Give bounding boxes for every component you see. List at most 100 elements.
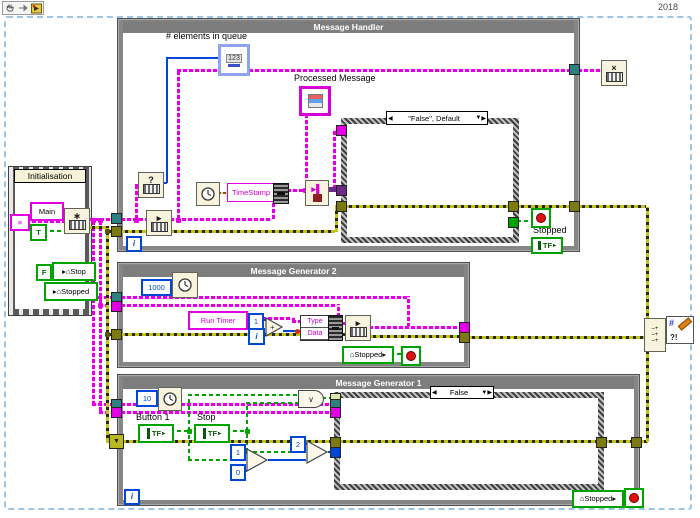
wire-segment[interactable] — [188, 394, 190, 431]
variant-to-data-node[interactable]: ▸▌ — [305, 180, 329, 206]
local-variable-stopped-gen1[interactable]: ⌂Stopped▸ — [572, 490, 624, 508]
case-selector-label-handler[interactable]: ◀ "False", Default ▼ ▶ — [386, 111, 488, 125]
wire-segment[interactable] — [166, 57, 168, 183]
release-queue-node[interactable]: × — [601, 60, 627, 86]
labview-debug-icon[interactable] — [31, 3, 42, 14]
wire-segment[interactable] — [166, 57, 218, 59]
obtain-queue-node[interactable]: ∗ — [64, 208, 90, 234]
processed-message-indicator[interactable] — [299, 86, 331, 116]
loop-condition-terminal-gen1[interactable] — [624, 488, 644, 508]
wire-segment[interactable] — [121, 296, 407, 299]
dequeue-element-node[interactable]: ▸ — [146, 210, 172, 236]
wire-segment[interactable] — [605, 440, 632, 443]
wire-segment[interactable] — [292, 320, 300, 323]
numeric-constant-0-gen1[interactable]: 0 — [230, 464, 246, 481]
wire-segment[interactable] — [578, 69, 601, 72]
string-constant-run-timer[interactable]: Run Timer — [188, 311, 248, 330]
tunnel[interactable] — [330, 447, 341, 458]
wire-segment[interactable] — [646, 350, 649, 442]
tunnel[interactable] — [111, 213, 122, 224]
arrow-cursor-icon[interactable] — [17, 3, 28, 14]
boolean-control-button1[interactable]: TF▸ — [138, 424, 174, 443]
wire-segment[interactable] — [578, 205, 646, 208]
wire-segment[interactable] — [369, 335, 460, 338]
numeric-constant-1000[interactable]: 1000 — [141, 279, 172, 296]
tunnel[interactable] — [569, 201, 580, 212]
wire-segment[interactable] — [170, 218, 272, 221]
tunnel[interactable] — [336, 201, 347, 212]
numeric-constant-10[interactable]: 10 — [136, 390, 158, 407]
free-label[interactable]: Button 1 — [136, 412, 170, 422]
wire-segment[interactable] — [121, 230, 146, 233]
wire-segment[interactable] — [92, 403, 113, 406]
numeric-constant-2-gen1[interactable]: 2 — [290, 436, 306, 453]
tunnel[interactable] — [631, 437, 642, 448]
wait-ms-node-gen1[interactable] — [158, 387, 182, 411]
wire-segment[interactable] — [246, 402, 298, 404]
simple-error-handler-node[interactable]: #?! — [666, 316, 694, 344]
tunnel[interactable] — [111, 329, 122, 340]
wire-segment[interactable] — [188, 394, 298, 396]
tunnel[interactable] — [111, 301, 122, 312]
free-label[interactable]: Stop — [197, 412, 216, 422]
bundle-name-timestamp[interactable]: TimeStamp — [227, 183, 275, 202]
boolean-control-stop[interactable]: TF▸ — [194, 424, 230, 443]
tunnel[interactable] — [111, 226, 122, 237]
case-structure-handler[interactable] — [341, 118, 519, 243]
wire-segment[interactable] — [333, 129, 336, 189]
wire-segment[interactable] — [345, 205, 509, 208]
wire-segment[interactable] — [246, 402, 248, 431]
or-gate-node[interactable]: ∨ — [298, 390, 324, 408]
get-queue-status-node[interactable]: ? — [138, 172, 164, 198]
local-variable-stopped-gen2[interactable]: ⌂Stopped▸ — [342, 346, 394, 364]
wire-segment[interactable] — [92, 219, 95, 405]
numeric-constant-1-gen1[interactable]: 1 — [230, 444, 246, 461]
false-constant[interactable]: F — [36, 264, 52, 281]
wire-segment[interactable] — [517, 220, 532, 222]
free-label[interactable]: # elements in queue — [166, 31, 247, 41]
tunnel[interactable] — [508, 217, 519, 228]
wire-segment[interactable] — [407, 296, 410, 327]
tunnel[interactable] — [111, 407, 122, 418]
wire-segment[interactable] — [170, 230, 335, 233]
tunnel[interactable] — [330, 407, 341, 418]
enqueue-element-node[interactable]: ▸ — [345, 315, 371, 341]
free-label[interactable]: Processed Message — [294, 73, 376, 83]
cluster-type-constant[interactable]: ≡ — [10, 214, 30, 231]
wire-segment[interactable] — [272, 202, 275, 219]
wire-segment[interactable] — [369, 326, 461, 329]
string-constant-main[interactable]: Main — [30, 202, 64, 221]
wire-segment[interactable] — [268, 459, 306, 461]
shift-register[interactable]: ▼ — [109, 434, 124, 449]
tunnel[interactable] — [336, 185, 347, 196]
wait-ms-node-gen2[interactable] — [172, 272, 198, 298]
loop-condition-terminal-handler[interactable] — [531, 208, 551, 228]
wire-segment[interactable] — [177, 69, 180, 219]
wire-segment[interactable] — [99, 219, 102, 411]
iteration-terminal-gen2[interactable]: i — [248, 328, 265, 345]
case-next-icon[interactable]: ▶ — [487, 389, 492, 396]
boolean-indicator-stopped[interactable]: TF▸ — [531, 237, 563, 254]
get-datetime-node[interactable] — [196, 182, 220, 206]
case-next-icon[interactable]: ▶ — [481, 115, 486, 122]
wire-segment[interactable] — [88, 226, 106, 229]
wire-segment[interactable] — [339, 440, 597, 443]
iteration-terminal-gen1[interactable]: i — [124, 489, 140, 505]
select-node-2[interactable] — [306, 440, 328, 464]
tunnel[interactable] — [459, 332, 470, 343]
increment-node[interactable]: + — [265, 317, 283, 337]
tunnel[interactable] — [569, 64, 580, 75]
tunnel[interactable] — [336, 125, 347, 136]
wire-segment[interactable] — [468, 336, 644, 339]
local-variable-stop[interactable]: ▸⌂Stop — [52, 262, 96, 281]
case-selector-label-generator-1[interactable]: ◀ False ▼ ▶ — [430, 386, 494, 399]
wire-segment[interactable] — [188, 430, 190, 460]
loop-condition-terminal-gen2[interactable] — [401, 346, 421, 366]
merge-errors-node[interactable]: –+–+–+ — [644, 318, 666, 352]
tunnel[interactable] — [508, 201, 519, 212]
iteration-terminal-handler[interactable]: i — [126, 236, 142, 252]
case-selector-text[interactable]: "False", Default — [393, 114, 476, 123]
select-node-1[interactable] — [246, 448, 268, 472]
bundle-icon-type-data[interactable] — [328, 315, 343, 341]
wire-segment[interactable] — [121, 304, 337, 307]
